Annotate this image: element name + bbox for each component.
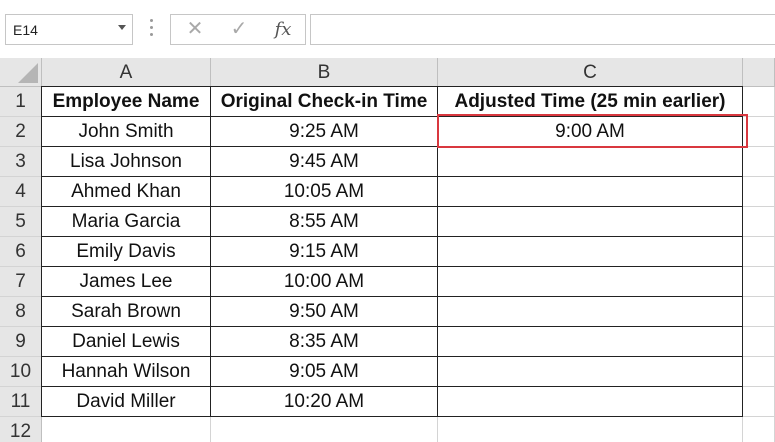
table-cell[interactable]: 8:35 AM [211,327,438,357]
cell[interactable] [743,357,775,387]
name-box[interactable]: E14 [5,14,133,45]
column-header-a[interactable]: A [42,58,211,87]
cell[interactable] [438,417,743,442]
cell[interactable] [211,417,438,442]
name-box-value: E14 [13,22,38,38]
table-header-cell[interactable]: Adjusted Time (25 min earlier) [438,86,743,117]
table-cell[interactable]: Daniel Lewis [41,327,211,357]
cell[interactable] [743,237,775,267]
row-header-10[interactable]: 10 [0,357,42,387]
table-cell[interactable]: 8:55 AM [211,207,438,237]
table-cell[interactable]: James Lee [41,267,211,297]
row-header-7[interactable]: 7 [0,267,42,297]
table-cell[interactable] [438,147,743,177]
column-header-d[interactable] [743,58,775,87]
check-icon[interactable]: ✓ [219,15,259,44]
row-header-2[interactable]: 2 [0,117,42,147]
table-cell[interactable]: Hannah Wilson [41,357,211,387]
row-header-8[interactable]: 8 [0,297,42,327]
table-cell[interactable] [438,357,743,387]
row-header-4[interactable]: 4 [0,177,42,207]
chevron-down-icon[interactable] [118,25,126,30]
row-header-3[interactable]: 3 [0,147,42,177]
table-cell[interactable]: Emily Davis [41,237,211,267]
select-all-icon [18,63,38,83]
table-cell[interactable]: 9:25 AM [211,117,438,147]
formula-input[interactable] [310,14,775,45]
column-header-b[interactable]: B [211,58,438,87]
table-cell[interactable] [438,237,743,267]
table-cell[interactable]: Maria Garcia [41,207,211,237]
cell[interactable] [743,417,775,442]
table-cell[interactable]: 10:20 AM [211,387,438,417]
table-cell[interactable]: 10:05 AM [211,177,438,207]
cancel-icon[interactable]: ✕ [175,15,215,44]
spreadsheet-grid: ABC 1 2 3 4 5 6 7 8 9 10 11 12 Employee Name Origina… [0,58,775,442]
row-header-6[interactable]: 6 [0,237,42,267]
cell[interactable] [743,177,775,207]
cell[interactable] [743,327,775,357]
row-header-5[interactable]: 5 [0,207,42,237]
table-cell[interactable]: 9:15 AM [211,237,438,267]
cell[interactable] [42,417,211,442]
formula-buttons: ✕ ✓ fx [170,14,306,45]
table-cell[interactable] [438,267,743,297]
row-header-12[interactable]: 12 [0,417,42,442]
table-cell[interactable]: 10:00 AM [211,267,438,297]
formula-bar: E14 ✕ ✓ fx [0,0,775,58]
table-cell[interactable] [438,327,743,357]
cell[interactable] [743,207,775,237]
cell[interactable] [743,267,775,297]
row-header-11[interactable]: 11 [0,387,42,417]
cell[interactable] [743,117,775,147]
table-cell[interactable]: 9:50 AM [211,297,438,327]
table-header-cell[interactable]: Original Check-in Time [211,86,438,117]
cell[interactable] [743,87,775,117]
more-options-icon[interactable] [150,19,153,39]
table-cell[interactable]: 9:05 AM [211,357,438,387]
column-header-c[interactable]: C [438,58,743,87]
table-cell[interactable]: Lisa Johnson [41,147,211,177]
cell[interactable] [743,147,775,177]
cell[interactable] [743,387,775,417]
table-cell[interactable]: John Smith [41,117,211,147]
table-cell[interactable] [438,297,743,327]
table-cell[interactable] [438,177,743,207]
row-header-9[interactable]: 9 [0,327,42,357]
table-cell[interactable]: 9:00 AM [438,117,743,147]
table-cell[interactable]: Sarah Brown [41,297,211,327]
table-cell[interactable]: David Miller [41,387,211,417]
cell[interactable] [743,297,775,327]
table-cell[interactable] [438,207,743,237]
select-all-button[interactable] [0,58,42,87]
row-header-1[interactable]: 1 [0,87,42,117]
table-cell[interactable] [438,387,743,417]
table-header-cell[interactable]: Employee Name [41,86,211,117]
table-cell[interactable]: 9:45 AM [211,147,438,177]
insert-function-icon[interactable]: fx [263,15,303,44]
table-cell[interactable]: Ahmed Khan [41,177,211,207]
